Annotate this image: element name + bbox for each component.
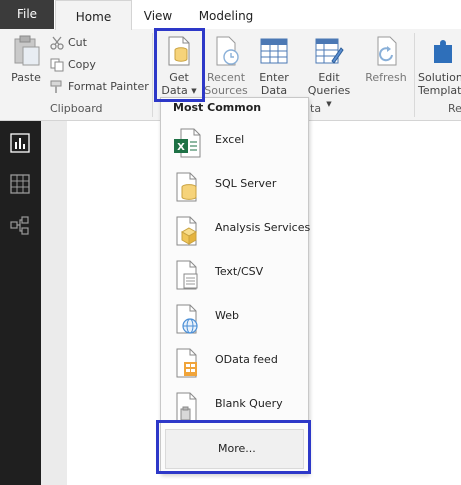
tab-view[interactable]: View xyxy=(142,0,174,29)
tab-file[interactable]: File xyxy=(0,0,54,29)
svg-text:X: X xyxy=(177,142,185,153)
recent-sources-label-line1: Recent xyxy=(206,71,246,84)
solution-templates-button[interactable]: Solution Templat xyxy=(418,35,461,97)
globe-icon xyxy=(176,304,198,334)
refresh-button[interactable]: Refresh xyxy=(364,35,408,84)
cut-button[interactable]: Cut xyxy=(50,35,87,51)
paste-label: Paste xyxy=(11,71,41,84)
table-icon xyxy=(260,38,288,64)
clipboard-group-label: Clipboard xyxy=(50,102,103,115)
relationships-view-icon[interactable] xyxy=(10,216,30,236)
puzzle-icon xyxy=(434,40,452,63)
edit-queries-label-line2: Queries xyxy=(307,84,351,97)
external-data-group-label: ta xyxy=(310,102,322,115)
enter-data-label-line1: Enter xyxy=(259,71,289,84)
get-data-highlight-box xyxy=(154,28,205,102)
dropdown-item-label: Excel xyxy=(215,133,245,146)
canvas-margin xyxy=(41,121,67,485)
recent-sources-icon xyxy=(216,36,239,66)
recent-sources-button[interactable]: Recent Sources xyxy=(204,35,248,97)
paintbrush-icon xyxy=(50,80,62,93)
dropdown-header: Most Common xyxy=(173,101,262,114)
get-data-dropdown: Most Common X Excel SQL Server Analysis … xyxy=(160,97,311,474)
blank-query-icon xyxy=(176,392,197,422)
refresh-icon xyxy=(377,36,397,66)
ribbon-tab-bar: File Home View Modeling xyxy=(0,0,461,30)
edit-queries-label-line1: Edit xyxy=(318,71,340,84)
report-view-icon[interactable] xyxy=(10,133,30,153)
analysis-services-icon xyxy=(176,216,198,246)
odata-feed-icon xyxy=(176,348,197,378)
dropdown-item-odata-feed[interactable]: OData feed xyxy=(161,341,308,381)
resources-group-label: Re xyxy=(448,102,461,115)
solution-label-line2: Templat xyxy=(418,84,461,97)
dropdown-item-label: Web xyxy=(215,309,239,322)
dropdown-item-blank-query[interactable]: Blank Query xyxy=(161,385,308,425)
copy-button[interactable]: Copy xyxy=(50,57,96,73)
more-highlight-box xyxy=(156,420,311,474)
dropdown-item-excel[interactable]: X Excel xyxy=(161,121,308,161)
chevron-down-icon: ▼ xyxy=(326,100,332,108)
ribbon-separator xyxy=(414,33,415,117)
dropdown-item-label: OData feed xyxy=(215,353,278,366)
dropdown-item-text-csv[interactable]: Text/CSV xyxy=(161,253,308,293)
left-navigation xyxy=(0,121,41,485)
edit-queries-button[interactable]: Edit Queries ▼ xyxy=(304,35,354,111)
format-painter-label: Format Painter xyxy=(68,80,149,93)
cut-label: Cut xyxy=(68,36,87,49)
recent-sources-label-line2: Sources xyxy=(204,84,248,97)
excel-icon: X xyxy=(174,128,201,158)
copy-label: Copy xyxy=(68,58,96,71)
paste-button[interactable]: Paste xyxy=(8,35,44,84)
refresh-label: Refresh xyxy=(365,71,407,84)
ribbon-separator xyxy=(152,33,153,117)
dropdown-item-label: Analysis Services xyxy=(215,221,311,234)
scissors-icon xyxy=(50,36,64,50)
dropdown-item-sql-server[interactable]: SQL Server xyxy=(161,165,308,205)
enter-data-button[interactable]: Enter Data xyxy=(254,35,294,97)
tab-modeling[interactable]: Modeling xyxy=(196,0,256,29)
dropdown-item-label: Text/CSV xyxy=(215,265,264,278)
copy-icon xyxy=(50,58,64,72)
dropdown-item-label: Blank Query xyxy=(215,397,283,410)
data-view-icon[interactable] xyxy=(10,174,30,194)
paste-icon xyxy=(14,35,40,66)
edit-queries-icon xyxy=(315,38,344,64)
format-painter-button[interactable]: Format Painter xyxy=(50,79,149,95)
sql-server-icon xyxy=(176,172,197,202)
text-csv-icon xyxy=(176,260,198,290)
dropdown-item-web[interactable]: Web xyxy=(161,297,308,337)
tab-home[interactable]: Home xyxy=(55,0,132,30)
dropdown-item-analysis-services[interactable]: Analysis Services xyxy=(161,209,311,249)
enter-data-label-line2: Data xyxy=(260,84,288,97)
dropdown-item-label: SQL Server xyxy=(215,177,277,190)
solution-label-line1: Solution xyxy=(418,71,461,84)
